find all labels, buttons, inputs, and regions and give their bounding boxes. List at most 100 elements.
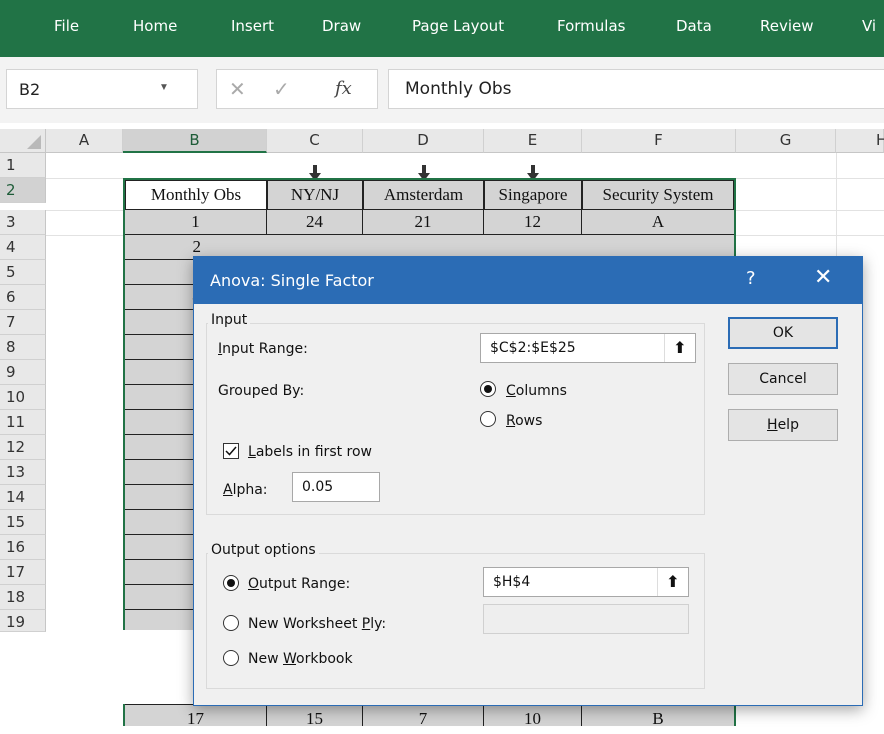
row-header-2[interactable]: 2 [0, 178, 46, 203]
input-range-field[interactable]: $C$2:$E$25 ⬆ [480, 333, 696, 363]
cell-b16[interactable]: 1 [125, 535, 201, 560]
new-worksheet-field[interactable] [483, 604, 689, 634]
input-range-value: $C$2:$E$25 [490, 340, 576, 356]
output-group-label: Output options [208, 542, 319, 558]
tab-page-layout[interactable]: Page Layout [412, 17, 504, 35]
cell-b4[interactable]: 2 [125, 235, 201, 260]
col-header-c[interactable]: C [267, 129, 363, 153]
name-box[interactable]: B2 ▼ [6, 69, 198, 109]
tab-formulas[interactable]: Formulas [557, 17, 625, 35]
collapse-dialog-icon[interactable]: ⬆ [664, 334, 695, 362]
tab-draw[interactable]: Draw [322, 17, 361, 35]
cell-d3[interactable]: 21 [363, 210, 484, 235]
tab-file[interactable]: File [54, 17, 79, 35]
tab-review[interactable]: Review [760, 17, 814, 35]
row-header-3[interactable]: 3 [0, 210, 46, 235]
row-header-19[interactable]: 19 [0, 610, 46, 632]
header-nynj[interactable]: NY/NJ [267, 180, 363, 210]
tab-view[interactable]: Vi [862, 17, 876, 35]
new-worksheet-label: New Worksheet Ply: [248, 616, 387, 632]
alpha-field[interactable]: 0.05 [292, 472, 380, 502]
chevron-down-icon[interactable]: ▼ [159, 82, 169, 93]
row-header-16[interactable]: 16 [0, 535, 46, 560]
close-icon[interactable]: ✕ [814, 265, 832, 290]
grouped-by-label: Grouped By: [218, 383, 305, 399]
cell-f19[interactable]: B [582, 704, 734, 728]
dialog-title-bar[interactable]: Anova: Single Factor ? ✕ [194, 257, 862, 304]
header-amsterdam[interactable]: Amsterdam [363, 180, 484, 210]
col-header-h[interactable]: H [836, 129, 884, 153]
select-all-corner[interactable] [0, 129, 46, 153]
cell-b17[interactable]: 1 [125, 560, 201, 585]
row-header-18[interactable]: 18 [0, 585, 46, 610]
cell-b3[interactable]: 1 [125, 210, 267, 235]
row-header-11[interactable]: 11 [0, 410, 46, 435]
cell-b15[interactable]: 1 [125, 510, 201, 535]
col-header-f[interactable]: F [582, 129, 736, 153]
cell-b19[interactable]: 17 [125, 704, 267, 728]
confirm-entry-icon[interactable]: ✓ [273, 77, 290, 102]
insert-function-icon[interactable]: fx [335, 78, 352, 99]
new-workbook-radio[interactable] [223, 650, 239, 666]
cell-b14[interactable]: 1 [125, 485, 201, 510]
help-button[interactable]: Help [728, 409, 838, 441]
cell-c3[interactable]: 24 [267, 210, 363, 235]
row-header-14[interactable]: 14 [0, 485, 46, 510]
col-header-b[interactable]: B [123, 129, 267, 153]
output-range-field[interactable]: $H$4 ⬆ [483, 567, 689, 597]
col-header-g[interactable]: G [736, 129, 836, 153]
row-header-15[interactable]: 15 [0, 510, 46, 535]
collapse-dialog-icon[interactable]: ⬆ [657, 568, 688, 596]
cell-b10[interactable]: 8 [125, 385, 201, 410]
tab-home[interactable]: Home [133, 17, 177, 35]
labels-checkbox[interactable] [223, 443, 239, 459]
cancel-button[interactable]: Cancel [728, 363, 838, 395]
cell-b5[interactable]: 3 [125, 260, 201, 285]
cell-c19[interactable]: 15 [267, 704, 363, 728]
row-header-13[interactable]: 13 [0, 460, 46, 485]
cell-f3[interactable]: A [582, 210, 734, 235]
row-header-4[interactable]: 4 [0, 235, 46, 260]
name-box-value: B2 [19, 80, 41, 99]
col-header-e[interactable]: E [484, 129, 582, 153]
header-singapore[interactable]: Singapore [484, 180, 582, 210]
rows-radio-label: Rows [506, 413, 543, 429]
row-header-5[interactable]: 5 [0, 260, 46, 285]
row-header-17[interactable]: 17 [0, 560, 46, 585]
columns-radio[interactable] [480, 381, 496, 397]
ok-button[interactable]: OK [728, 317, 838, 349]
cell-b6[interactable]: 4 [125, 285, 201, 310]
rows-radio[interactable] [480, 411, 496, 427]
cell-d19[interactable]: 7 [363, 704, 484, 728]
help-icon[interactable]: ? [746, 268, 756, 289]
cell-e19[interactable]: 10 [484, 704, 582, 728]
row-header-8[interactable]: 8 [0, 335, 46, 360]
cell-b13[interactable]: 1 [125, 460, 201, 485]
cancel-entry-icon[interactable]: ✕ [229, 77, 246, 102]
cell-b11[interactable]: 9 [125, 410, 201, 435]
header-security-system[interactable]: Security System [582, 180, 734, 210]
cell-e3[interactable]: 12 [484, 210, 582, 235]
input-range-label: I$C$2:$E$25nput Range: [218, 341, 308, 357]
new-worksheet-radio[interactable] [223, 615, 239, 631]
row-header-7[interactable]: 7 [0, 310, 46, 335]
tab-insert[interactable]: Insert [231, 17, 274, 35]
row-header-10[interactable]: 10 [0, 385, 46, 410]
row-header-9[interactable]: 9 [0, 360, 46, 385]
output-range-radio[interactable] [223, 575, 239, 591]
dialog-title: Anova: Single Factor [210, 271, 374, 290]
col-header-a[interactable]: A [46, 129, 123, 153]
cell-b18[interactable]: 1 [125, 585, 201, 610]
cell-b8[interactable]: 6 [125, 335, 201, 360]
row-header-6[interactable]: 6 [0, 285, 46, 310]
col-header-d[interactable]: D [363, 129, 484, 153]
cell-b7[interactable]: 5 [125, 310, 201, 335]
cell-b12[interactable]: 1 [125, 435, 201, 460]
formula-input[interactable]: Monthly Obs [388, 69, 884, 109]
header-monthly-obs[interactable]: Monthly Obs [125, 180, 267, 210]
cell-b9[interactable]: 7 [125, 360, 201, 385]
row-header-1[interactable]: 1 [0, 153, 46, 178]
labels-checkbox-label: Labels in first row [248, 444, 373, 460]
tab-data[interactable]: Data [676, 17, 712, 35]
row-header-12[interactable]: 12 [0, 435, 46, 460]
